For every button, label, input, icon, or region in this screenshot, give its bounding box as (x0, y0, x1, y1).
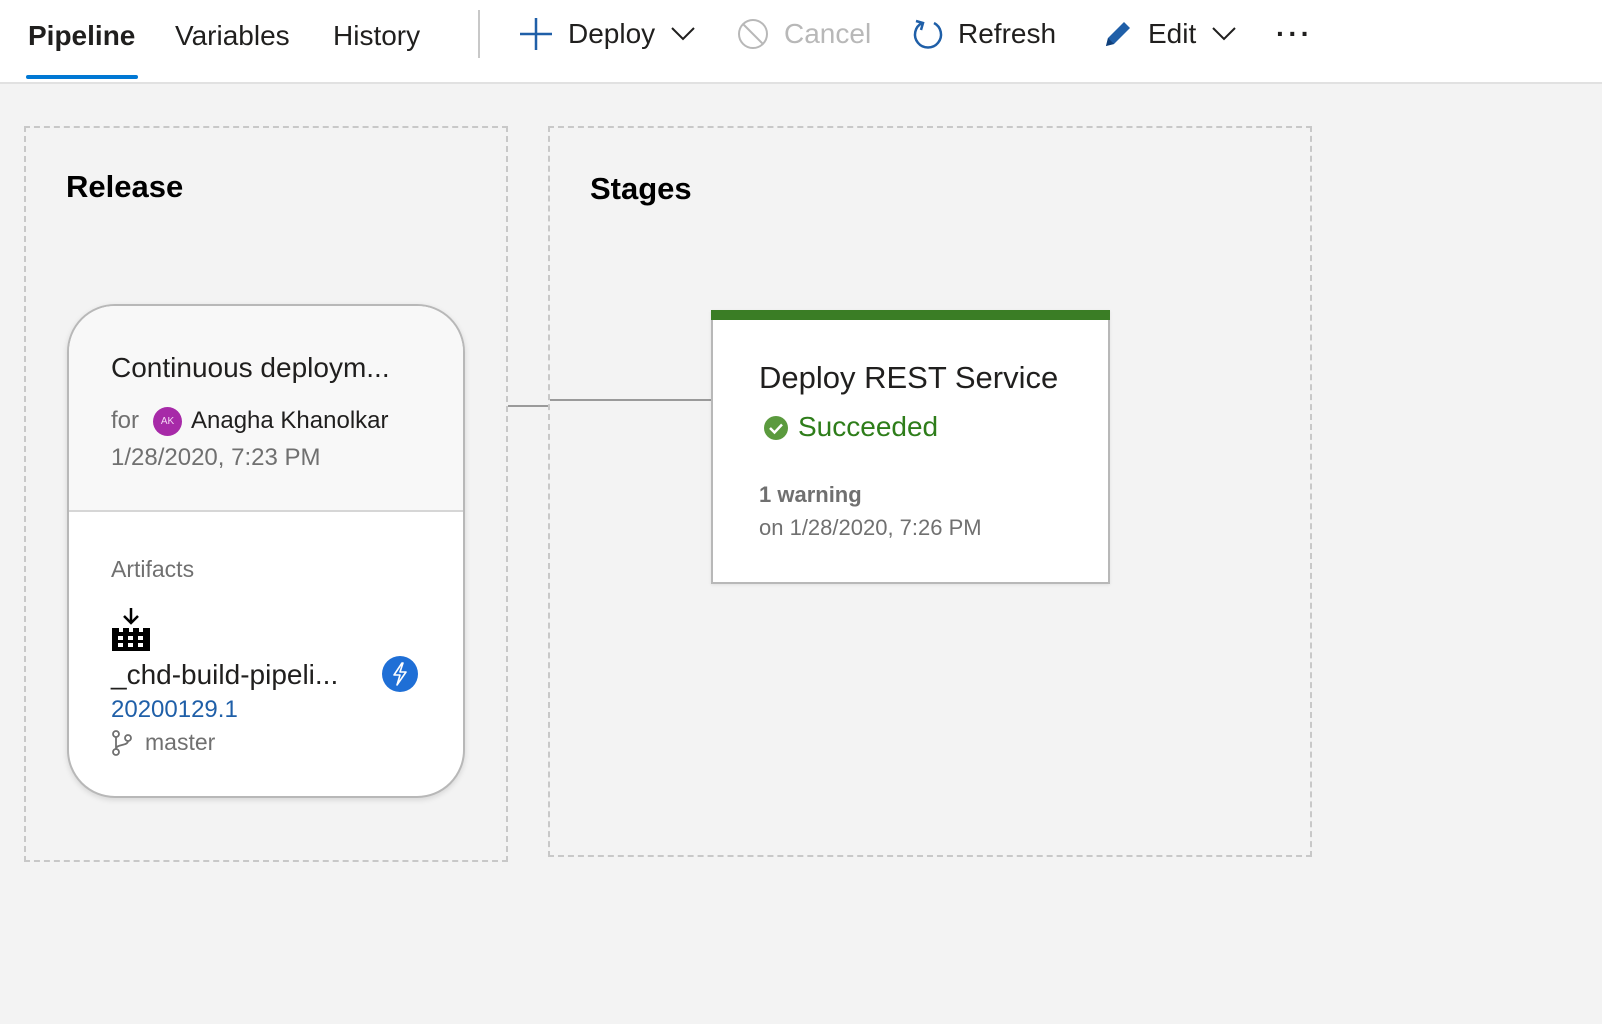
cancel-button[interactable]: Cancel (736, 14, 871, 54)
stage-card[interactable]: Deploy REST Service Succeeded 1 warning … (711, 310, 1110, 584)
artifact-name: _chd-build-pipeli... (111, 659, 339, 690)
stage-warnings[interactable]: 1 warning (759, 482, 862, 508)
release-heading: Release (66, 169, 184, 204)
refresh-button-label: Refresh (958, 18, 1057, 49)
pencil-icon (1102, 18, 1134, 50)
stages-heading: Stages (590, 171, 692, 206)
stage-status: Succeeded (798, 411, 939, 442)
release-date: 1/28/2020, 7:23 PM (111, 444, 321, 471)
edit-button[interactable]: Edit (1102, 14, 1236, 54)
active-tab-indicator (26, 75, 138, 79)
release-for-label: for (111, 407, 140, 434)
stage-status-bar (711, 310, 1110, 320)
chevron-down-icon (1212, 27, 1236, 41)
branch-icon (111, 730, 133, 761)
artifact-branch: master (145, 729, 216, 755)
tab-pipeline[interactable]: Pipeline (28, 20, 135, 52)
tab-history[interactable]: History (333, 20, 420, 52)
avatar: AK (153, 407, 182, 436)
connector-line (508, 405, 548, 407)
release-card[interactable]: Continuous deploym... for AK Anagha Khan… (67, 304, 465, 798)
toolbar-divider (478, 10, 480, 58)
chevron-down-icon (671, 27, 695, 41)
deploy-button[interactable]: Deploy (518, 14, 695, 54)
stage-name: Deploy REST Service (759, 360, 1059, 395)
top-toolbar: Pipeline Variables History Deploy Cancel… (0, 0, 1602, 84)
stage-completed-date: on 1/28/2020, 7:26 PM (759, 515, 982, 540)
more-icon: ··· (1276, 18, 1313, 49)
artifacts-label: Artifacts (111, 556, 195, 582)
release-summary: Continuous deploym... for AK Anagha Khan… (69, 306, 463, 512)
plus-icon (518, 16, 554, 52)
lightning-icon (382, 656, 418, 692)
cancel-button-label: Cancel (784, 18, 872, 49)
refresh-button[interactable]: Refresh (912, 14, 1056, 54)
cancel-icon (736, 17, 770, 51)
artifact-version-link[interactable]: 20200129.1 (111, 696, 238, 724)
refresh-icon (912, 17, 944, 51)
check-circle-icon (763, 415, 789, 446)
deploy-button-label: Deploy (568, 18, 656, 49)
release-user: Anagha Khanolkar (191, 407, 389, 434)
tab-variables[interactable]: Variables (175, 20, 290, 52)
more-actions-button[interactable]: ··· (1276, 14, 1313, 54)
build-artifact-icon (111, 608, 151, 657)
edit-button-label: Edit (1148, 18, 1197, 49)
release-title[interactable]: Continuous deploym... (111, 352, 390, 384)
